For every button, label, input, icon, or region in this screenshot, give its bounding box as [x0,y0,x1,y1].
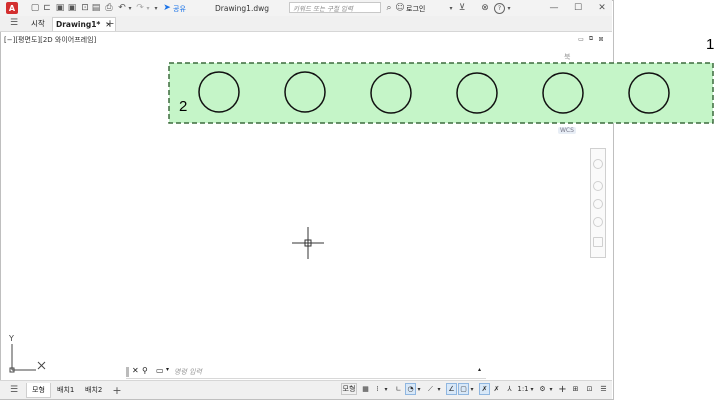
publish-icon[interactable]: ▤ [91,2,101,14]
isodraft-icon[interactable]: ⟋ [425,383,436,395]
command-grip-icon[interactable] [126,367,129,377]
model-space-label: 모형 [342,385,356,393]
annotation-visibility-icon[interactable]: ✗ [479,383,490,395]
login-dropdown-icon[interactable]: ▾ [448,2,454,14]
tab-model[interactable]: 모형 [26,383,51,398]
isodraft-dropdown-icon[interactable]: ▾ [436,383,442,395]
annotation-label-1: 1 [706,36,715,53]
annotation-monitor-icon[interactable]: + [557,383,568,395]
object-snap-dropdown-icon[interactable]: ▾ [469,383,475,395]
redo-icon[interactable]: ↷ [135,2,145,14]
layout-menu-icon[interactable]: ☰ [8,384,20,396]
menu-icon[interactable]: ☰ [8,17,20,29]
zoom-extents-icon[interactable] [593,199,603,209]
command-settings-icon[interactable]: ⚲ [142,366,148,375]
search-field[interactable]: 키워드 또는 구절 입력 [289,2,381,13]
tab-layout2[interactable]: 배치2 [82,383,105,397]
steering-wheel-icon[interactable] [593,159,603,169]
tab-drawing1-label: Drawing1* [56,20,101,29]
share-label[interactable]: 공유 [173,4,186,14]
search-placeholder: 키워드 또는 구절 입력 [293,5,354,13]
auto-scale-icon[interactable]: ✗ [491,383,502,395]
snap-dropdown-icon[interactable]: ▾ [383,383,389,395]
polar-dropdown-icon[interactable]: ▾ [416,383,422,395]
object-snap-tracking-icon[interactable]: ∠ [446,383,457,395]
clean-screen-icon[interactable]: ⊡ [584,383,595,395]
tab-layout2-label: 배치2 [85,386,103,394]
undo-icon[interactable]: ↶ [117,2,127,14]
navigation-bar [590,148,606,258]
minimize-icon[interactable]: — [548,2,560,14]
redo-dropdown-icon[interactable]: ▾ [145,2,151,14]
share-icon[interactable]: ➤ [162,2,172,14]
viewcube-north-label[interactable]: 북 [564,52,570,62]
tab-model-label: 모형 [32,386,45,394]
workspace-dropdown-icon[interactable]: ▾ [548,383,554,395]
annotation-scale-value[interactable]: 1:1 [517,383,529,395]
ortho-icon[interactable]: ∟ [393,383,404,395]
scale-dropdown-icon[interactable]: ▾ [529,383,535,395]
tab-layout1[interactable]: 배치1 [54,383,77,397]
pan-icon[interactable] [593,181,603,191]
annotation-scale-icon[interactable]: ⅄ [504,383,515,395]
add-layout-icon[interactable]: + [111,384,123,397]
save-icon[interactable]: ▣ [55,2,65,14]
open-folder-icon[interactable]: ⊏ [42,2,52,14]
snap-icon[interactable]: ⁞ [372,383,383,395]
units-icon[interactable]: ⊞ [570,383,581,395]
print-icon[interactable]: ⎙ [104,2,114,14]
command-line[interactable]: ✕ ⚲ ▭ ▾ 명령 입력 ▴ [126,366,486,379]
app-logo-text: A [8,3,16,13]
app-store-icon[interactable]: ⊗ [480,2,490,14]
close-icon[interactable]: ✕ [596,2,608,14]
drawing-circle-6[interactable] [628,72,670,114]
maximize-icon[interactable]: ☐ [572,2,584,14]
tab-start-label: 시작 [31,19,45,28]
object-snap-icon[interactable]: ▢ [458,383,469,395]
viewport-restore-icon[interactable]: ⧉ [587,35,595,43]
help-icon[interactable]: ? [494,3,505,14]
annotation-label-2: 2 [179,98,188,115]
new-file-icon[interactable]: ▢ [30,2,40,14]
polar-tracking-icon[interactable]: ◔ [405,383,416,395]
search-icon[interactable]: ⌕ [384,2,394,14]
viewport-close-icon[interactable]: ⊠ [597,35,605,43]
command-prompt-dropdown-icon[interactable]: ▾ [166,366,169,373]
file-name: Drawing1.dwg [215,4,269,13]
app-logo-icon[interactable]: A [6,2,18,14]
tab-layout1-label: 배치1 [57,386,75,394]
model-space-button[interactable]: 모형 [341,383,357,395]
command-close-icon[interactable]: ✕ [132,366,139,375]
wcs-label[interactable]: WCS [558,127,576,134]
document-tab-bar: ☰ 시작 Drawing1* ✕ + [0,16,612,32]
login-label[interactable]: 로그인 [406,4,425,14]
new-tab-icon[interactable]: + [104,17,116,30]
orbit-icon[interactable] [593,217,603,227]
grid-icon[interactable]: ▦ [360,383,371,395]
tab-start[interactable]: 시작 [28,17,48,30]
title-bar: A ▢ ⊏ ▣ ▣ ⊡ ▤ ⎙ ↶ ▾ ↷ ▾ ▾ ➤ 공유 Drawing1.… [0,0,612,16]
ucs-y-label: Y [9,334,14,343]
customize-dropdown-icon[interactable]: ▾ [153,2,159,14]
customization-menu-icon[interactable]: ☰ [598,383,609,395]
save-as-icon[interactable]: ▣ [67,2,77,14]
help-label: ? [497,5,502,12]
cloud-save-icon[interactable]: ⊡ [80,2,90,14]
command-input[interactable]: 명령 입력 [174,367,202,377]
workspace-gear-icon[interactable]: ⚙ [537,383,548,395]
help-dropdown-icon[interactable]: ▾ [506,2,512,14]
viewport-minimize-icon[interactable]: ▭ [577,35,585,43]
autocad-window [0,0,614,400]
cart-icon[interactable]: ⊻ [457,2,467,14]
showmotion-icon[interactable] [593,237,603,247]
command-history-icon[interactable]: ▴ [478,366,481,373]
user-icon[interactable]: ☺ [395,2,405,14]
command-prompt-icon[interactable]: ▭ [156,366,164,375]
undo-dropdown-icon[interactable]: ▾ [127,2,133,14]
viewport-label[interactable]: [−][평면도][2D 와이어프레임] [4,35,96,45]
